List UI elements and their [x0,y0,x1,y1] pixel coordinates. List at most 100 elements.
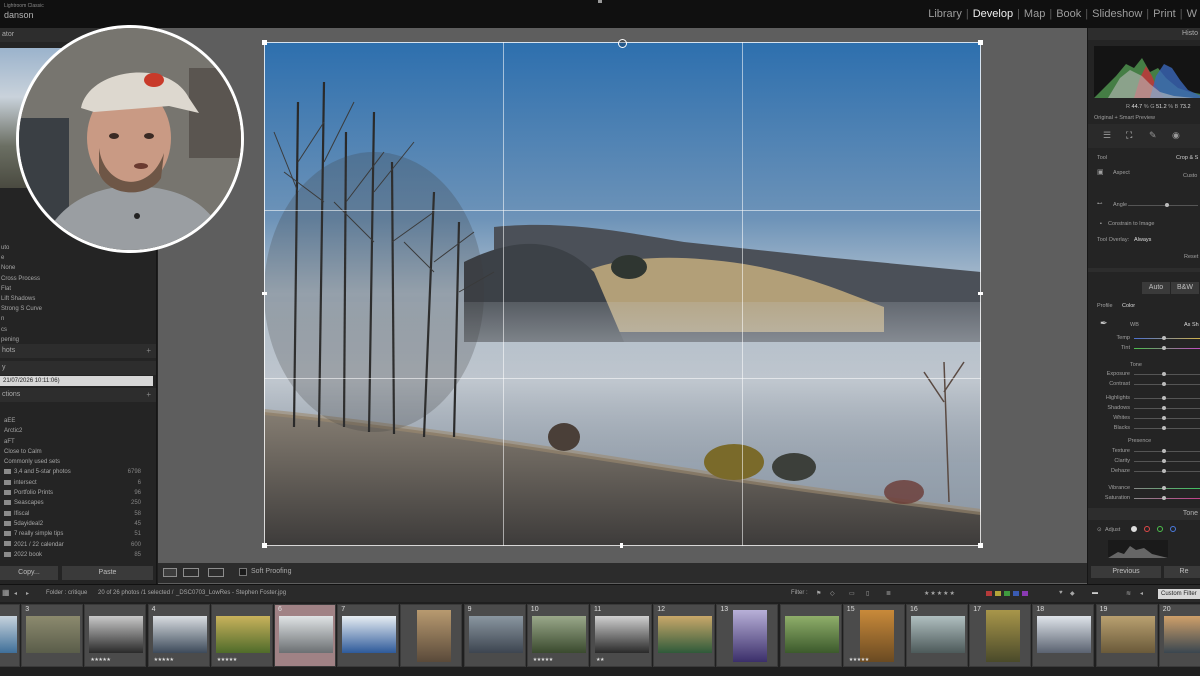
tone-curve-graph[interactable] [1108,540,1168,558]
healing-icon[interactable]: ✎ [1149,130,1157,141]
curve-point-white-icon[interactable] [1131,526,1137,532]
forward-arrow-icon[interactable]: ▸ [26,590,29,597]
tone-curve-header[interactable]: Tone [1088,508,1200,520]
temp-slider[interactable] [1134,338,1200,339]
clarity-slider[interactable] [1134,461,1200,462]
color-label-swatch[interactable] [986,591,992,596]
color-label-swatch[interactable] [1013,591,1019,596]
saturation-slider-knob[interactable] [1162,496,1166,500]
filmstrip-thumbnail[interactable]: 20 [1158,604,1200,667]
collection-item[interactable]: Portfolio Prints 96 [0,488,156,498]
crop-frame[interactable] [264,42,981,546]
highlights-slider[interactable] [1134,398,1200,399]
preset-item[interactable]: Strong S Curve [0,304,156,314]
custom-filter-dropdown[interactable]: Custom Filter [1158,589,1200,599]
saturation-slider[interactable] [1134,498,1200,499]
filmstrip-thumbnail[interactable]: 6 [274,604,336,667]
color-label-swatch[interactable] [1004,591,1010,596]
collection-item[interactable]: 3,4 and 5-star photos 6798 [0,467,156,477]
filter-arrow-icon[interactable]: ◂ [1140,590,1143,597]
edit-sliders-icon[interactable]: ☰ [1103,130,1111,141]
rating-filter-stars[interactable]: ★★★★★ [924,590,956,597]
constrain-checkbox[interactable]: ▪ [1100,221,1102,227]
temp-slider-knob[interactable] [1162,336,1166,340]
crop-handle-top-right[interactable] [978,40,983,45]
soft-proofing-checkbox[interactable] [239,568,247,576]
crop-handle-right[interactable] [978,292,983,295]
collection-item[interactable]: Seascapes 250 [0,498,156,508]
module-develop[interactable]: Develop [970,8,1016,20]
previous-button[interactable]: Previous [1091,566,1161,578]
curve-green-channel-icon[interactable] [1157,526,1163,532]
profile-dropdown[interactable]: Color [1122,303,1135,309]
copy-button[interactable]: Copy... [0,566,58,580]
paste-button[interactable]: Paste [62,566,153,580]
collections-header[interactable]: ctions + [0,388,156,402]
dehaze-slider[interactable] [1134,471,1200,472]
module-slideshow[interactable]: Slideshow [1089,8,1145,20]
red-eye-icon[interactable]: ◉ [1172,130,1180,141]
loupe-view-icon[interactable] [163,568,177,577]
collection-item[interactable]: aEE [0,416,156,426]
crop-handle-bottom[interactable] [620,543,623,548]
filmstrip-thumbnail[interactable]: 15 ★★★★★ [842,604,905,667]
filmstrip-thumbnail[interactable]: 11 ★★ [590,604,652,667]
preset-item[interactable]: Lift Shadows [0,294,156,304]
filter-lock-icon[interactable]: ▬ [1092,590,1098,596]
preset-item[interactable]: Flat [0,284,156,294]
history-step-selected[interactable]: 21/07/2026 10:11:06) [0,376,153,386]
contrast-slider-knob[interactable] [1162,382,1166,386]
black-white-button[interactable]: B&W [1171,282,1199,294]
crop-handle-left[interactable] [262,292,267,295]
filmstrip-thumbnail[interactable]: 13 [716,604,779,667]
reset-button[interactable]: Re [1164,566,1200,578]
panel-collapse-arrow-icon[interactable] [598,0,602,3]
add-snapshot-icon[interactable]: + [146,346,151,355]
color-label-swatch[interactable] [995,591,1001,596]
wb-eyedropper-icon[interactable]: ✒ [1100,318,1108,329]
whites-slider[interactable] [1134,418,1200,419]
exposure-slider[interactable] [1134,374,1200,375]
filmstrip-thumbnail[interactable]: 9 [463,604,526,667]
dehaze-slider-knob[interactable] [1162,469,1166,473]
grid-view-icon[interactable]: ▦ [2,588,10,597]
filmstrip-thumbnail[interactable]: 19 [1095,604,1158,667]
color-label-swatch[interactable] [1022,591,1028,596]
folder-source[interactable]: Folder : critique [46,590,87,596]
tint-slider-knob[interactable] [1162,346,1166,350]
angle-slider[interactable] [1128,205,1198,206]
crop-handle-top-left[interactable] [262,40,267,45]
filmstrip-thumbnail[interactable]: 12 [653,604,716,667]
collection-item[interactable]: 7 really simple tips 51 [0,529,156,539]
contrast-slider[interactable] [1134,384,1200,385]
collection-item[interactable]: Ifiscal 58 [0,509,156,519]
back-arrow-icon[interactable]: ◂ [14,590,17,597]
filmstrip-thumbnail[interactable]: 17 [969,604,1032,667]
module-book[interactable]: Book [1053,8,1084,20]
stack-icon[interactable]: ≋ [1126,590,1131,597]
rating-operator-icon[interactable]: ≣ [886,590,891,597]
filmstrip-thumbnail[interactable]: ★★★★★ [210,604,273,667]
exposure-slider-knob[interactable] [1162,372,1166,376]
preset-item[interactable]: n [0,314,156,324]
before-after-swap-icon[interactable] [208,568,224,577]
collection-item[interactable]: 2021 / 22 calendar 600 [0,540,156,550]
crop-overlay[interactable] [262,39,983,548]
histogram[interactable] [1094,46,1200,98]
filmstrip-thumbnail[interactable] [0,604,20,667]
collection-item[interactable]: Close to Calm [0,447,156,457]
filmstrip-thumbnail[interactable] [400,604,463,667]
module-library[interactable]: Library [925,8,965,20]
preset-item[interactable]: None [0,263,156,273]
shadows-slider-knob[interactable] [1162,406,1166,410]
filename-dropdown[interactable]: _DSC0703_LowRes - Stephen Foster.jpg [176,590,286,596]
crop-tool-icon[interactable]: ⛶ [1126,130,1132,141]
curve-blue-channel-icon[interactable] [1170,526,1176,532]
filmstrip-thumbnail[interactable]: 4 ★★★★★ [147,604,210,667]
blacks-slider[interactable] [1134,428,1200,429]
blacks-slider-knob[interactable] [1162,426,1166,430]
filmstrip-thumbnail[interactable] [779,604,842,667]
collection-item[interactable]: Commonly used sets [0,457,156,467]
crop-handle-bottom-left[interactable] [262,543,267,548]
filmstrip-thumbnail[interactable]: 10 ★★★★★ [526,604,589,667]
